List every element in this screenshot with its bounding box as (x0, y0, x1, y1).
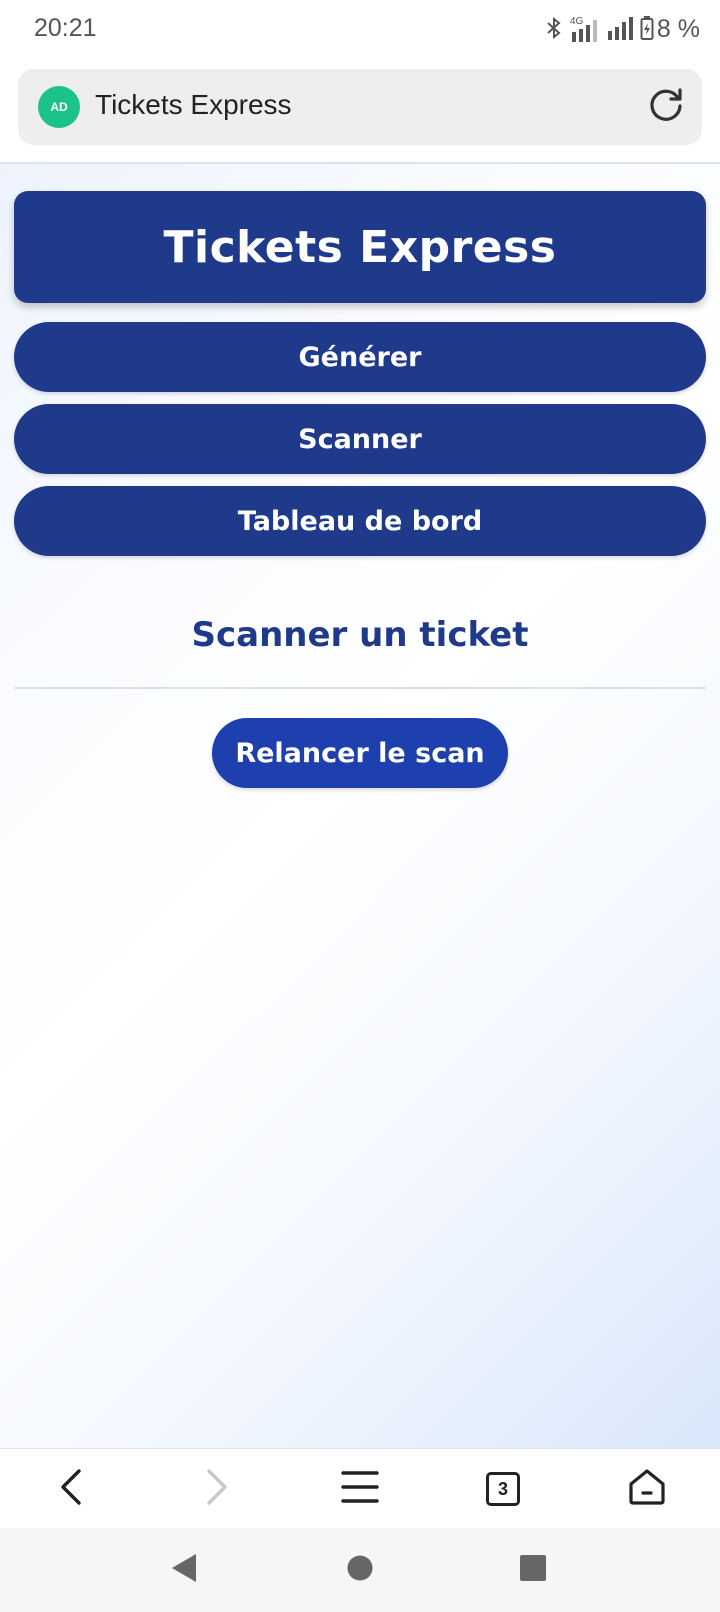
home-icon (627, 1467, 667, 1512)
menu-button[interactable] (336, 1465, 384, 1513)
system-back-button[interactable] (168, 1553, 200, 1588)
system-home-button[interactable] (344, 1554, 376, 1586)
tabs-icon: 3 (486, 1472, 520, 1506)
forward-icon (201, 1467, 231, 1512)
home-button[interactable] (623, 1465, 671, 1513)
dashboard-button[interactable]: Tableau de bord (14, 486, 706, 556)
circle-home-icon (346, 1554, 374, 1587)
shield-icon[interactable]: AD (38, 86, 80, 128)
section-title: Scanner un ticket (191, 615, 529, 655)
generate-button[interactable]: Générer (14, 322, 706, 392)
status-icons: 4G (545, 15, 654, 45)
battery-charging-icon (640, 15, 654, 45)
bluetooth-icon (545, 16, 563, 45)
back-button[interactable] (48, 1465, 96, 1513)
rescan-button[interactable]: Relancer le scan (212, 718, 508, 788)
tabs-button[interactable]: 3 (479, 1465, 527, 1513)
signal-4g-icon: 4G (570, 16, 600, 42)
app-title: Tickets Express (163, 221, 557, 273)
square-recents-icon (519, 1554, 547, 1587)
triangle-back-icon (170, 1553, 198, 1588)
system-nav-bar (0, 1528, 720, 1612)
address-bar[interactable]: AD Tickets Express (18, 69, 702, 145)
browser-toolbar: 3 (0, 1448, 720, 1528)
menu-icon (340, 1469, 380, 1510)
address-text[interactable]: Tickets Express (95, 89, 292, 121)
status-time: 20:21 (34, 14, 97, 42)
tab-count: 3 (497, 1478, 508, 1499)
reload-button[interactable] (644, 85, 688, 129)
section-divider (14, 687, 706, 689)
battery-percent: 8 % (656, 15, 700, 43)
signal-icon (607, 16, 633, 45)
status-bar: 20:21 4G 8 % (0, 0, 720, 62)
site-badge: AD (50, 100, 68, 114)
app-header: Tickets Express (14, 191, 706, 303)
system-recents-button[interactable] (517, 1554, 549, 1586)
scanner-button[interactable]: Scanner (14, 404, 706, 474)
reload-icon (647, 86, 685, 129)
web-content: Tickets Express Générer Scanner Tableau … (0, 164, 720, 1448)
back-icon (57, 1467, 87, 1512)
forward-button[interactable] (192, 1465, 240, 1513)
